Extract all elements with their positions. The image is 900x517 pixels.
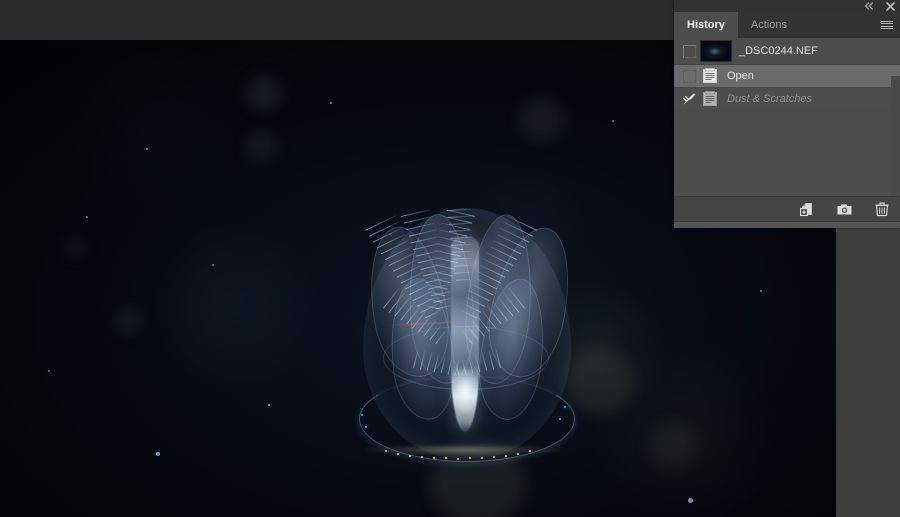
history-source-checkbox[interactable] bbox=[683, 45, 696, 58]
history-state-list[interactable]: _DSC0244.NEF Open bbox=[674, 38, 900, 196]
bokeh-blob bbox=[648, 422, 698, 470]
rim-light-dots bbox=[355, 200, 580, 490]
particle-speck bbox=[48, 370, 50, 372]
particle-speck bbox=[268, 404, 270, 406]
tab-history[interactable]: History bbox=[674, 12, 738, 38]
bokeh-blob bbox=[246, 132, 276, 160]
particle-speck bbox=[612, 120, 614, 122]
ctenophore-subject bbox=[355, 200, 580, 490]
titlebar-buttons bbox=[863, 0, 896, 12]
panel-menu-icon[interactable] bbox=[874, 12, 900, 38]
trash-icon[interactable] bbox=[873, 201, 890, 218]
particle-speck bbox=[86, 216, 88, 218]
tab-actions[interactable]: Actions bbox=[738, 12, 800, 38]
new-document-icon[interactable] bbox=[799, 201, 816, 218]
photoshop-window: History Actions _DSC0244.NEF bbox=[0, 0, 900, 517]
history-snapshot-row[interactable]: _DSC0244.NEF bbox=[674, 38, 900, 65]
double-chevron-left-icon[interactable] bbox=[863, 0, 875, 12]
snapshot-thumbnail bbox=[700, 40, 732, 62]
document-state-icon bbox=[700, 89, 720, 109]
bokeh-blob bbox=[520, 98, 564, 140]
history-list-scrollbar[interactable] bbox=[891, 76, 900, 196]
tab-actions-label: Actions bbox=[751, 19, 787, 31]
particle-speck bbox=[146, 148, 148, 150]
panel-titlebar[interactable] bbox=[674, 0, 900, 12]
bokeh-blob bbox=[64, 236, 86, 258]
history-state-row-dust-and-scratches[interactable]: Dust & Scratches bbox=[674, 88, 900, 111]
tab-bar-filler bbox=[800, 12, 874, 38]
panel-tab-bar: History Actions bbox=[674, 12, 900, 38]
history-brush-source-toggle[interactable] bbox=[678, 70, 700, 83]
tab-history-label: History bbox=[687, 19, 725, 31]
history-row-label: _DSC0244.NEF bbox=[739, 45, 818, 57]
particle-speck bbox=[688, 498, 693, 503]
history-row-label: Open bbox=[727, 70, 754, 82]
history-brush-source-toggle[interactable] bbox=[678, 92, 700, 106]
bokeh-blob bbox=[116, 308, 142, 334]
history-brush-source-toggle[interactable] bbox=[678, 45, 700, 58]
close-icon[interactable] bbox=[884, 0, 896, 12]
history-brush-source-icon[interactable] bbox=[682, 92, 696, 106]
particle-speck bbox=[330, 102, 332, 104]
history-row-label: Dust & Scratches bbox=[727, 93, 812, 105]
history-source-checkbox[interactable] bbox=[683, 70, 696, 83]
panel-resize-grip[interactable] bbox=[674, 221, 900, 228]
history-panel: History Actions _DSC0244.NEF bbox=[674, 0, 900, 226]
particle-speck bbox=[156, 452, 160, 456]
camera-icon[interactable] bbox=[836, 201, 853, 218]
document-state-icon bbox=[700, 66, 720, 86]
history-state-row-open[interactable]: Open bbox=[674, 65, 900, 88]
bokeh-blob bbox=[246, 76, 282, 110]
particle-speck bbox=[760, 290, 762, 292]
history-panel-footer bbox=[674, 196, 900, 221]
particle-speck bbox=[212, 264, 214, 266]
